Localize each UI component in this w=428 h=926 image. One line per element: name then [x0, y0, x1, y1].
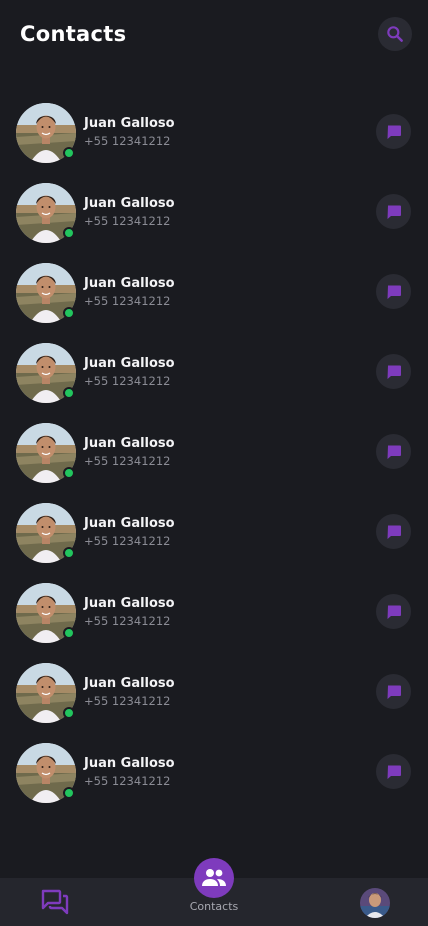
contact-avatar-wrap	[16, 183, 76, 243]
contact-avatar-wrap	[16, 663, 76, 723]
message-button[interactable]	[376, 114, 411, 149]
message-icon	[387, 445, 401, 459]
online-status-dot	[63, 547, 75, 559]
contact-item[interactable]: Juan Galloso +55 12341212	[0, 93, 428, 173]
message-button[interactable]	[376, 674, 411, 709]
contact-phone: +55 12341212	[84, 454, 171, 468]
message-button[interactable]	[376, 434, 411, 469]
message-button[interactable]	[376, 594, 411, 629]
online-status-dot	[63, 307, 75, 319]
online-status-dot	[63, 387, 75, 399]
contact-name: Juan Galloso	[84, 436, 175, 451]
message-button[interactable]	[376, 754, 411, 789]
page-title: Contacts	[20, 22, 127, 46]
contact-item[interactable]: Juan Galloso +55 12341212	[0, 413, 428, 493]
message-icon	[387, 605, 401, 619]
contact-avatar-wrap	[16, 743, 76, 803]
search-icon	[387, 26, 403, 42]
search-button[interactable]	[378, 17, 412, 51]
contact-avatar-wrap	[16, 423, 76, 483]
contact-name: Juan Galloso	[84, 116, 175, 131]
online-status-dot	[63, 627, 75, 639]
nav-chats[interactable]	[40, 888, 70, 916]
contact-avatar-wrap	[16, 103, 76, 163]
message-button[interactable]	[376, 354, 411, 389]
contact-name: Juan Galloso	[84, 516, 175, 531]
chats-icon	[41, 889, 69, 915]
contact-phone: +55 12341212	[84, 294, 171, 308]
contact-phone: +55 12341212	[84, 134, 171, 148]
contact-phone: +55 12341212	[84, 694, 171, 708]
contacts-screen: Contacts Juan Galloso +55 12341212 Juan …	[0, 0, 428, 926]
contact-name: Juan Galloso	[84, 276, 175, 291]
message-button[interactable]	[376, 274, 411, 309]
message-icon	[387, 205, 401, 219]
contact-phone: +55 12341212	[84, 374, 171, 388]
contact-item[interactable]: Juan Galloso +55 12341212	[0, 493, 428, 573]
contact-phone: +55 12341212	[84, 774, 171, 788]
contact-item[interactable]: Juan Galloso +55 12341212	[0, 573, 428, 653]
online-status-dot	[63, 467, 75, 479]
header: Contacts	[0, 0, 428, 70]
online-status-dot	[63, 227, 75, 239]
avatar	[360, 888, 390, 918]
contact-name: Juan Galloso	[84, 196, 175, 211]
message-icon	[387, 765, 401, 779]
message-button[interactable]	[376, 194, 411, 229]
message-icon	[387, 125, 401, 139]
nav-contacts-circle	[194, 858, 234, 898]
contact-phone: +55 12341212	[84, 614, 171, 628]
contact-avatar-wrap	[16, 263, 76, 323]
message-icon	[387, 525, 401, 539]
nav-profile-avatar[interactable]	[360, 888, 390, 918]
contact-item[interactable]: Juan Galloso +55 12341212	[0, 333, 428, 413]
contact-phone: +55 12341212	[84, 214, 171, 228]
message-icon	[387, 285, 401, 299]
contact-phone: +55 12341212	[84, 534, 171, 548]
contact-avatar-wrap	[16, 503, 76, 563]
contact-item[interactable]: Juan Galloso +55 12341212	[0, 253, 428, 333]
contact-list: Juan Galloso +55 12341212 Juan Galloso +…	[0, 93, 428, 813]
contact-name: Juan Galloso	[84, 596, 175, 611]
contact-item[interactable]: Juan Galloso +55 12341212	[0, 733, 428, 813]
contact-name: Juan Galloso	[84, 356, 175, 371]
online-status-dot	[63, 707, 75, 719]
contact-avatar-wrap	[16, 583, 76, 643]
people-icon	[202, 869, 226, 886]
contact-item[interactable]: Juan Galloso +55 12341212	[0, 653, 428, 733]
online-status-dot	[63, 147, 75, 159]
online-status-dot	[63, 787, 75, 799]
contact-name: Juan Galloso	[84, 756, 175, 771]
contact-item[interactable]: Juan Galloso +55 12341212	[0, 173, 428, 253]
bottom-nav: Contacts	[0, 858, 428, 926]
contact-avatar-wrap	[16, 343, 76, 403]
message-icon	[387, 685, 401, 699]
message-icon	[387, 365, 401, 379]
message-button[interactable]	[376, 514, 411, 549]
nav-contacts[interactable]: Contacts	[174, 858, 254, 924]
contact-name: Juan Galloso	[84, 676, 175, 691]
nav-contacts-label: Contacts	[189, 900, 239, 913]
